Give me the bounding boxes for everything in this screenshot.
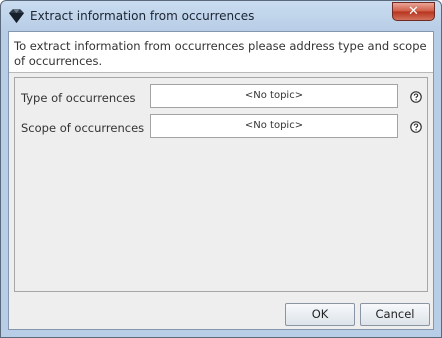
help-icon[interactable]	[410, 121, 422, 133]
dialog-window: Extract information from occurrences ✕ T…	[0, 0, 442, 338]
window-title: Extract information from occurrences	[30, 9, 255, 23]
app-gem-icon	[9, 9, 24, 23]
help-icon[interactable]	[410, 91, 422, 103]
close-button[interactable]: ✕	[392, 2, 435, 21]
close-icon: ✕	[408, 4, 419, 19]
title-bar[interactable]: Extract information from occurrences ✕	[1, 1, 441, 31]
dialog-body: To extract information from occurrences …	[8, 31, 434, 330]
instructions-text: To extract information from occurrences …	[14, 39, 427, 68]
ok-button[interactable]: OK	[285, 303, 355, 326]
cancel-button[interactable]: Cancel	[360, 303, 430, 326]
form-panel: Type of occurrences <No topic> Scope of …	[14, 77, 428, 292]
scope-of-occurrences-label: Scope of occurrences	[21, 121, 145, 135]
instructions-area: To extract information from occurrences …	[9, 32, 433, 73]
type-of-occurrences-topic-button[interactable]: <No topic>	[150, 84, 398, 108]
type-of-occurrences-label: Type of occurrences	[21, 91, 136, 105]
scope-of-occurrences-topic-button[interactable]: <No topic>	[150, 114, 398, 138]
